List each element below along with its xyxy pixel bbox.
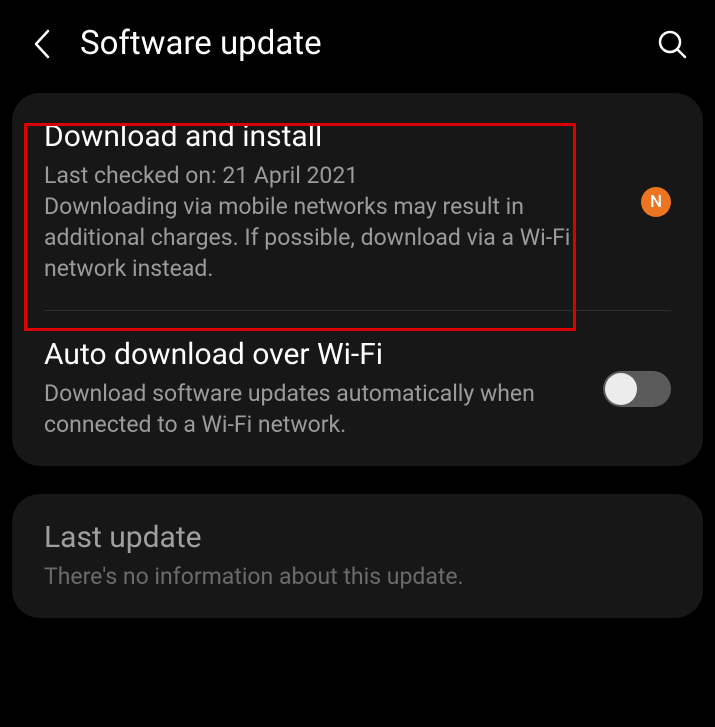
item-content: Auto download over Wi-Fi Download softwa… (44, 337, 583, 440)
auto-download-toggle[interactable] (603, 371, 671, 407)
item-subtitle: Download software updates automatically … (44, 378, 583, 440)
auto-download-item[interactable]: Auto download over Wi-Fi Download softwa… (12, 311, 703, 466)
item-content: Download and install Last checked on: 21… (44, 119, 621, 284)
header: Software update (0, 0, 715, 93)
item-content: Last update There's no information about… (44, 520, 671, 592)
settings-card-main: Download and install Last checked on: 21… (12, 93, 703, 466)
download-and-install-item[interactable]: Download and install Last checked on: 21… (12, 93, 703, 310)
page-title: Software update (80, 24, 657, 63)
item-title: Auto download over Wi-Fi (44, 337, 583, 372)
toggle-knob (605, 373, 637, 405)
item-subtitle: There's no information about this update… (44, 561, 671, 592)
item-title: Download and install (44, 119, 621, 154)
back-icon[interactable] (28, 30, 56, 58)
search-icon[interactable] (657, 29, 687, 59)
item-title: Last update (44, 520, 671, 555)
item-subtitle: Last checked on: 21 April 2021 Downloadi… (44, 160, 621, 284)
last-update-item[interactable]: Last update There's no information about… (12, 494, 703, 618)
settings-card-last-update: Last update There's no information about… (12, 494, 703, 618)
notification-badge: N (641, 187, 671, 217)
